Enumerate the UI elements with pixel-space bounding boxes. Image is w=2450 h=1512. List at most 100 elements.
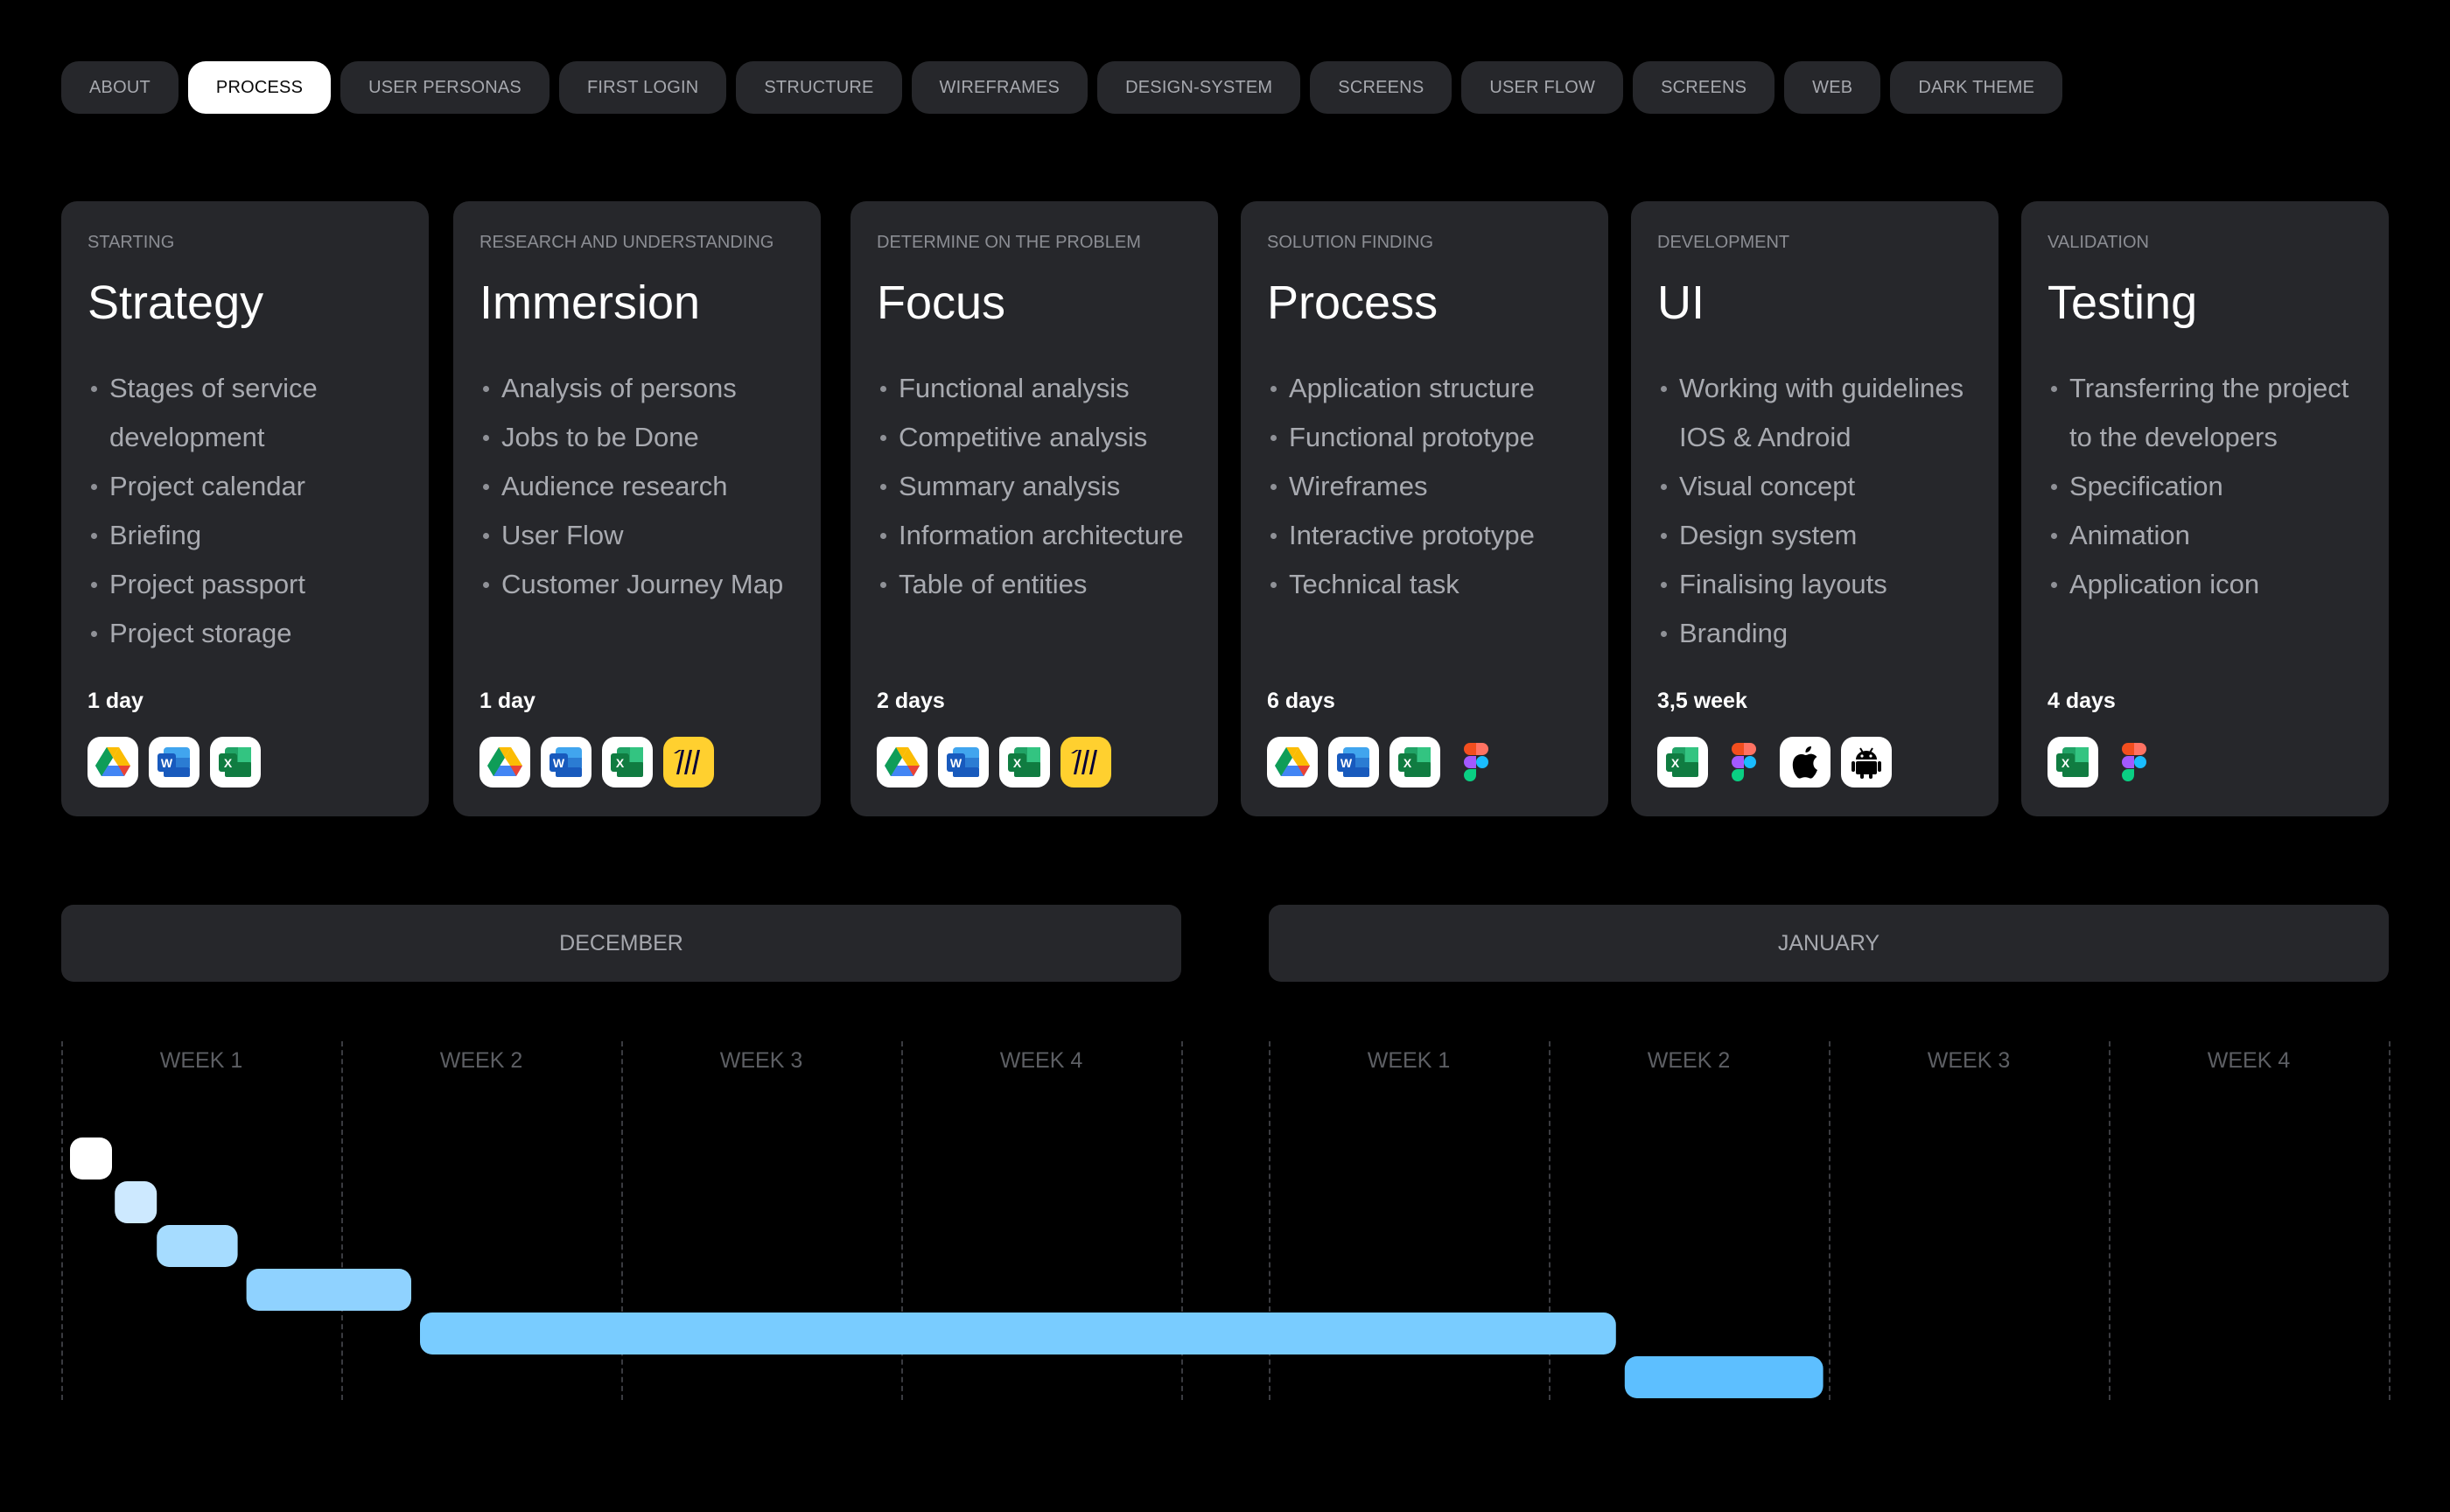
tool-list: W X	[480, 737, 714, 788]
stage-item: Specification	[2048, 462, 2362, 511]
stage-kicker: Solution finding	[1267, 233, 1434, 252]
figma-icon	[1451, 737, 1502, 788]
stage-title: Focus	[877, 276, 1006, 329]
svg-text:X: X	[1671, 756, 1680, 770]
stage-kicker: Validation	[2048, 233, 2149, 252]
stage-item: Application structure	[1267, 364, 1582, 413]
stage-item: Project storage	[88, 609, 402, 658]
stage-kicker: Starting	[88, 233, 175, 252]
word-icon: W	[149, 737, 200, 788]
tool-list: W X	[88, 737, 261, 788]
stage-kicker: Development	[1657, 233, 1790, 252]
stage-item: Summary analysis	[877, 462, 1192, 511]
stage-item: Functional analysis	[877, 364, 1192, 413]
task-bar-immersion	[115, 1181, 158, 1223]
stage-item: Design system	[1657, 511, 1972, 560]
tab-web[interactable]: Web	[1784, 61, 1881, 114]
stage-item: Finalising layouts	[1657, 560, 1972, 609]
task-bar-process	[246, 1269, 411, 1311]
svg-text:X: X	[1404, 756, 1412, 770]
google-drive-icon	[877, 737, 928, 788]
tab-screens[interactable]: Screens	[1310, 61, 1452, 114]
word-icon: W	[938, 737, 989, 788]
tab-design-system[interactable]: Design-system	[1097, 61, 1301, 114]
google-drive-icon	[480, 737, 530, 788]
stage-items: Analysis of persons Jobs to be Done Audi…	[480, 364, 794, 609]
stage-card-process: Solution finding Process Application str…	[1241, 201, 1608, 816]
excel-icon: X	[2048, 737, 2098, 788]
stage-item: User Flow	[480, 511, 794, 560]
stage-duration: 1 day	[480, 689, 536, 713]
stage-item: Table of entities	[877, 560, 1192, 609]
stage-item: Audience research	[480, 462, 794, 511]
stage-item: Stages of service development	[88, 364, 402, 462]
stage-duration: 3,5 week	[1657, 689, 1747, 713]
google-drive-icon	[1267, 737, 1318, 788]
stage-item: Visual concept	[1657, 462, 1972, 511]
tool-list: W X	[877, 737, 1111, 788]
stage-kicker: Research and understanding	[480, 233, 774, 252]
tool-list: X	[2048, 737, 2160, 788]
miro-icon	[663, 737, 714, 788]
figma-icon	[2109, 737, 2160, 788]
stage-items: Stages of service development Project ca…	[88, 364, 402, 658]
stage-title: Testing	[2048, 276, 2198, 329]
stage-item: Wireframes	[1267, 462, 1582, 511]
section-tabs: About Process User personas First login …	[61, 61, 2063, 114]
stage-card-strategy: Starting Strategy Stages of service deve…	[61, 201, 429, 816]
tab-process[interactable]: Process	[187, 61, 332, 114]
excel-icon: X	[602, 737, 653, 788]
stage-item: Project passport	[88, 560, 402, 609]
stage-item: Customer Journey Map	[480, 560, 794, 609]
stage-item: Briefing	[88, 511, 402, 560]
stage-item: Jobs to be Done	[480, 413, 794, 462]
timeline-bars	[70, 1138, 1824, 1398]
word-icon: W	[1328, 737, 1379, 788]
excel-icon: X	[999, 737, 1050, 788]
month-header-december: December	[61, 905, 1181, 982]
svg-text:X: X	[616, 756, 625, 770]
tab-about[interactable]: About	[61, 61, 178, 114]
task-bar-ui	[420, 1312, 1616, 1354]
excel-icon: X	[1390, 737, 1440, 788]
stage-item: Information architecture	[877, 511, 1192, 560]
tab-wireframes[interactable]: Wireframes	[911, 61, 1088, 114]
android-icon	[1841, 737, 1892, 788]
tab-user-flow[interactable]: User flow	[1461, 61, 1624, 114]
stage-item: Technical task	[1267, 560, 1582, 609]
word-icon: W	[541, 737, 592, 788]
tool-list: W X	[1267, 737, 1502, 788]
svg-text:W: W	[950, 756, 962, 770]
stage-card-immersion: Research and understanding Immersion Ana…	[453, 201, 821, 816]
stage-title: Immersion	[480, 276, 701, 329]
stage-items: Application structure Functional prototy…	[1267, 364, 1582, 609]
stage-item: Animation	[2048, 511, 2362, 560]
tab-first-login[interactable]: First login	[558, 61, 727, 114]
svg-text:X: X	[2062, 756, 2070, 770]
svg-text:X: X	[1013, 756, 1022, 770]
svg-text:W: W	[553, 756, 565, 770]
svg-text:W: W	[161, 756, 173, 770]
stage-item: Competitive analysis	[877, 413, 1192, 462]
google-drive-icon	[88, 737, 138, 788]
stage-kicker: Determine on the problem	[877, 233, 1141, 252]
timeline-chart: Week 1 Week 2 Week 3 Week 4 Week 1 Week …	[0, 1032, 2450, 1400]
stage-duration: 2 days	[877, 689, 945, 713]
stage-duration: 6 days	[1267, 689, 1335, 713]
svg-text:W: W	[1340, 756, 1353, 770]
stage-item: Interactive prototype	[1267, 511, 1582, 560]
miro-icon	[1060, 737, 1111, 788]
stage-duration: 4 days	[2048, 689, 2116, 713]
tool-list: X	[1657, 737, 1892, 788]
stage-title: Process	[1267, 276, 1438, 329]
task-bar-testing	[1624, 1356, 1824, 1398]
stage-item: Functional prototype	[1267, 413, 1582, 462]
tab-dark-theme[interactable]: Dark theme	[1890, 61, 2063, 114]
tab-user-personas[interactable]: User personas	[340, 61, 550, 114]
stage-item: Analysis of persons	[480, 364, 794, 413]
tab-structure[interactable]: Structure	[736, 61, 902, 114]
tab-screens-2[interactable]: Screens	[1633, 61, 1775, 114]
task-bar-strategy	[70, 1138, 112, 1180]
stage-card-ui: Development UI Working with guidelines I…	[1631, 201, 1998, 816]
stage-item: Project calendar	[88, 462, 402, 511]
